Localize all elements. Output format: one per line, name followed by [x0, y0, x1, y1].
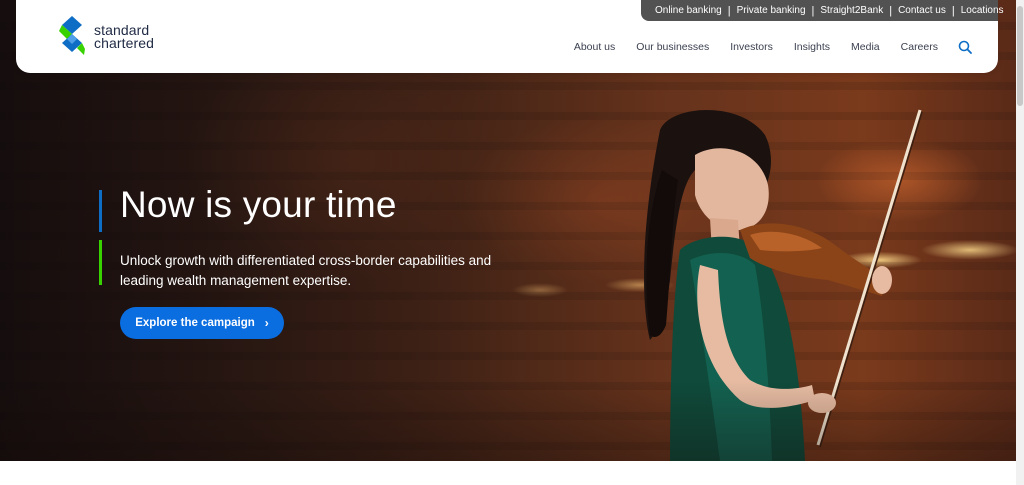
utility-link-online-banking[interactable]: Online banking	[655, 5, 722, 16]
page-scrollbar[interactable]	[1016, 0, 1024, 485]
chevron-right-icon: ›	[264, 316, 269, 330]
standard-chartered-logo[interactable]: standard chartered	[58, 15, 154, 59]
accent-bar-green	[99, 240, 102, 285]
utility-separator: |	[889, 4, 893, 17]
explore-campaign-button[interactable]: Explore the campaign ›	[120, 307, 284, 339]
nav-item-careers[interactable]: Careers	[901, 41, 938, 53]
explore-campaign-label: Explore the campaign	[135, 317, 255, 329]
nav-item-insights[interactable]: Insights	[794, 41, 830, 53]
utility-separator: |	[951, 4, 955, 17]
scrollbar-thumb[interactable]	[1017, 6, 1023, 106]
hero-title: Now is your time	[120, 184, 397, 225]
hero-bottom-fade	[0, 381, 1016, 461]
main-nav: About us Our businesses Investors Insigh…	[553, 40, 972, 54]
accent-bar-blue	[99, 190, 102, 232]
utility-link-straight2bank[interactable]: Straight2Bank	[820, 5, 883, 16]
site-header: standard chartered Online banking | Priv…	[16, 0, 1004, 73]
utility-nav: Online banking | Private banking | Strai…	[641, 0, 1004, 21]
utility-link-contact-us[interactable]: Contact us	[898, 5, 946, 16]
utility-separator: |	[727, 4, 731, 17]
utility-link-locations[interactable]: Locations	[961, 5, 1004, 16]
search-icon[interactable]	[958, 40, 972, 54]
nav-item-media[interactable]: Media	[851, 41, 880, 53]
nav-item-investors[interactable]: Investors	[730, 41, 773, 53]
nav-item-about-us[interactable]: About us	[574, 41, 615, 53]
logo-wordmark: standard chartered	[94, 23, 155, 51]
hero-subtitle: Unlock growth with differentiated cross-…	[120, 253, 492, 288]
utility-link-private-banking[interactable]: Private banking	[737, 5, 806, 16]
nav-item-our-businesses[interactable]: Our businesses	[636, 41, 709, 53]
logo-line-2: chartered	[94, 35, 155, 51]
logo-mark-icon	[59, 16, 85, 55]
utility-separator: |	[811, 4, 815, 17]
page: Now is your time Unlock growth with diff…	[0, 0, 1024, 485]
